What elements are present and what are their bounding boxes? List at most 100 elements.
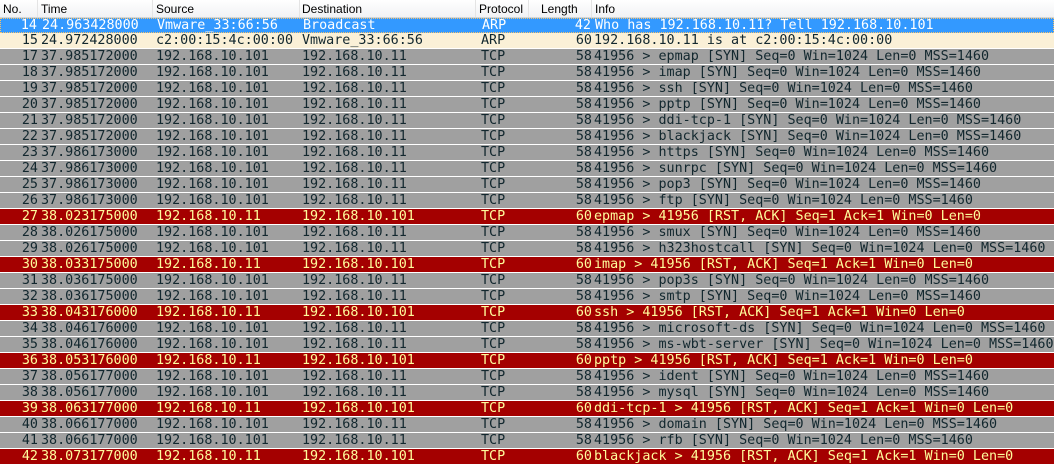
packet-row[interactable]: 26 37.986173000 192.168.10.101 192.168.10.1… bbox=[0, 193, 1054, 209]
packet-row[interactable]: 29 38.026175000 192.168.10.101 192.168.10.1… bbox=[0, 241, 1054, 257]
packet-row[interactable]: 36 38.053176000 192.168.10.11 192.168.10.10… bbox=[0, 353, 1054, 369]
packet-row[interactable]: 23 37.986173000 192.168.10.101 192.168.10.1… bbox=[0, 145, 1054, 161]
packet-length: 60 bbox=[575, 401, 592, 416]
packet-destination: 192.168.10.101 bbox=[302, 209, 415, 224]
column-header-destination[interactable]: Destination bbox=[302, 2, 362, 16]
packet-info: blackjack > 41956 [RST, ACK] Seq=1 Ack=1… bbox=[594, 449, 1014, 464]
packet-source: 192.168.10.101 bbox=[156, 113, 269, 128]
packet-no: 25 bbox=[21, 177, 38, 192]
packet-time: 38.033175000 bbox=[41, 257, 138, 272]
packet-info: 41956 > ddi-tcp-1 [SYN] Seq=0 Win=1024 L… bbox=[594, 113, 1022, 128]
packet-length: 58 bbox=[575, 161, 592, 176]
packet-destination: 192.168.10.11 bbox=[302, 129, 407, 144]
packet-destination: 192.168.10.11 bbox=[302, 225, 407, 240]
packet-info: 41956 > ssh [SYN] Seq=0 Win=1024 Len=0 M… bbox=[594, 81, 973, 96]
column-divider[interactable] bbox=[152, 0, 153, 17]
packet-destination: 192.168.10.11 bbox=[302, 273, 407, 288]
packet-row[interactable]: 18 37.985172000 192.168.10.101 192.168.10.1… bbox=[0, 65, 1054, 81]
packet-no: 15 bbox=[21, 33, 38, 48]
packet-length: 60 bbox=[575, 257, 592, 272]
packet-length: 58 bbox=[575, 321, 592, 336]
packet-row[interactable]: 34 38.046176000 192.168.10.101 192.168.10.1… bbox=[0, 321, 1054, 337]
packet-destination: 192.168.10.11 bbox=[302, 337, 407, 352]
column-header-length[interactable]: Length bbox=[541, 2, 578, 16]
packet-row[interactable]: 39 38.063177000 192.168.10.11 192.168.10.10… bbox=[0, 401, 1054, 417]
packet-row[interactable]: 25 37.986173000 192.168.10.101 192.168.10.1… bbox=[0, 177, 1054, 193]
column-divider[interactable] bbox=[591, 0, 592, 17]
packet-row[interactable]: 30 38.033175000 192.168.10.11 192.168.10.10… bbox=[0, 257, 1054, 273]
packet-info: 41956 > smtp [SYN] Seq=0 Win=1024 Len=0 … bbox=[594, 289, 981, 304]
packet-info: 41956 > smux [SYN] Seq=0 Win=1024 Len=0 … bbox=[594, 225, 981, 240]
packet-destination: 192.168.10.11 bbox=[302, 161, 407, 176]
packet-row[interactable]: 27 38.023175000 192.168.10.11 192.168.10.10… bbox=[0, 209, 1054, 225]
packet-time: 38.063177000 bbox=[41, 401, 138, 416]
packet-length: 58 bbox=[575, 113, 592, 128]
packet-row[interactable]: 22 37.985172000 192.168.10.101 192.168.10.1… bbox=[0, 129, 1054, 145]
packet-destination: 192.168.10.11 bbox=[302, 97, 407, 112]
packet-row[interactable]: 31 38.036175000 192.168.10.101 192.168.10.1… bbox=[0, 273, 1054, 289]
packet-protocol: TCP bbox=[481, 257, 506, 272]
packet-source: 192.168.10.11 bbox=[156, 305, 261, 320]
packet-no: 20 bbox=[21, 97, 38, 112]
packet-destination: 192.168.10.11 bbox=[302, 177, 407, 192]
packet-length: 60 bbox=[575, 449, 592, 464]
packet-row[interactable]: 37 38.056177000 192.168.10.101 192.168.10.1… bbox=[0, 369, 1054, 385]
packet-info: 41956 > pop3s [SYN] Seq=0 Win=1024 Len=0… bbox=[594, 273, 990, 288]
packet-protocol: TCP bbox=[481, 49, 506, 64]
packet-length: 58 bbox=[575, 65, 592, 80]
packet-time: 38.073177000 bbox=[41, 449, 138, 464]
packet-row[interactable]: 42 38.073177000 192.168.10.11 192.168.10.10… bbox=[0, 449, 1054, 465]
packet-row[interactable]: 40 38.066177000 192.168.10.101 192.168.10.1… bbox=[0, 417, 1054, 433]
packet-row[interactable]: 32 38.036175000 192.168.10.101 192.168.10.1… bbox=[0, 289, 1054, 305]
packet-row[interactable]: 17 37.985172000 192.168.10.101 192.168.10.1… bbox=[0, 49, 1054, 65]
column-divider[interactable] bbox=[475, 0, 476, 17]
packet-no: 27 bbox=[21, 209, 38, 224]
packet-protocol: TCP bbox=[481, 449, 506, 464]
packet-row[interactable]: 24 37.986173000 192.168.10.101 192.168.10.1… bbox=[0, 161, 1054, 177]
packet-row[interactable]: 19 37.985172000 192.168.10.101 192.168.10.1… bbox=[0, 81, 1054, 97]
packet-destination: Broadcast bbox=[303, 18, 376, 33]
packet-source: 192.168.10.101 bbox=[156, 417, 269, 432]
packet-info: ssh > 41956 [RST, ACK] Seq=1 Ack=1 Win=0… bbox=[594, 305, 965, 320]
packet-time: 38.066177000 bbox=[41, 417, 138, 432]
packet-info: 41956 > imap [SYN] Seq=0 Win=1024 Len=0 … bbox=[594, 65, 981, 80]
packet-destination: 192.168.10.11 bbox=[302, 433, 407, 448]
packet-protocol: TCP bbox=[481, 321, 506, 336]
packet-time: 37.985172000 bbox=[41, 81, 138, 96]
packet-length: 58 bbox=[575, 417, 592, 432]
column-divider[interactable] bbox=[528, 0, 529, 17]
column-divider[interactable] bbox=[299, 0, 300, 17]
packet-row-selected[interactable]: 14 24.963428000 Vmware_33:66:56 Broadcast AR… bbox=[0, 18, 1054, 33]
packet-no: 24 bbox=[21, 161, 38, 176]
packet-time: 38.026175000 bbox=[41, 241, 138, 256]
packet-row[interactable]: 21 37.985172000 192.168.10.101 192.168.10.1… bbox=[0, 113, 1054, 129]
packet-info: 41956 > ftp [SYN] Seq=0 Win=1024 Len=0 M… bbox=[594, 193, 973, 208]
packet-row[interactable]: 20 37.985172000 192.168.10.101 192.168.10.1… bbox=[0, 97, 1054, 113]
packet-source: 192.168.10.101 bbox=[156, 161, 269, 176]
column-header-source[interactable]: Source bbox=[156, 2, 194, 16]
packet-row[interactable]: 38 38.056177000 192.168.10.101 192.168.10.1… bbox=[0, 385, 1054, 401]
packet-no: 35 bbox=[21, 337, 38, 352]
column-header-no[interactable]: No. bbox=[3, 2, 22, 16]
packet-length: 60 bbox=[575, 209, 592, 224]
column-header-time[interactable]: Time bbox=[41, 2, 67, 16]
packet-source: 192.168.10.11 bbox=[156, 353, 261, 368]
column-header-protocol[interactable]: Protocol bbox=[479, 2, 523, 16]
packet-row[interactable]: 41 38.066177000 192.168.10.101 192.168.10.1… bbox=[0, 433, 1054, 449]
packet-source: 192.168.10.101 bbox=[156, 129, 269, 144]
packet-row[interactable]: 33 38.043176000 192.168.10.11 192.168.10.10… bbox=[0, 305, 1054, 321]
packet-row[interactable]: 15 24.972428000 c2:00:15:4c:00:00 Vmware_33… bbox=[0, 33, 1054, 49]
column-divider[interactable] bbox=[37, 0, 38, 17]
packet-protocol: TCP bbox=[481, 97, 506, 112]
column-header-info[interactable]: Info bbox=[595, 2, 615, 16]
packet-source: 192.168.10.101 bbox=[156, 289, 269, 304]
packet-length: 58 bbox=[575, 129, 592, 144]
packet-time: 37.985172000 bbox=[41, 113, 138, 128]
packet-row[interactable]: 28 38.026175000 192.168.10.101 192.168.10.1… bbox=[0, 225, 1054, 241]
packet-no: 33 bbox=[21, 305, 38, 320]
packet-no: 21 bbox=[21, 113, 38, 128]
packet-source: 192.168.10.101 bbox=[156, 273, 269, 288]
packet-length: 58 bbox=[575, 225, 592, 240]
packet-row[interactable]: 35 38.046176000 192.168.10.101 192.168.10.1… bbox=[0, 337, 1054, 353]
packet-source: 192.168.10.11 bbox=[156, 209, 261, 224]
